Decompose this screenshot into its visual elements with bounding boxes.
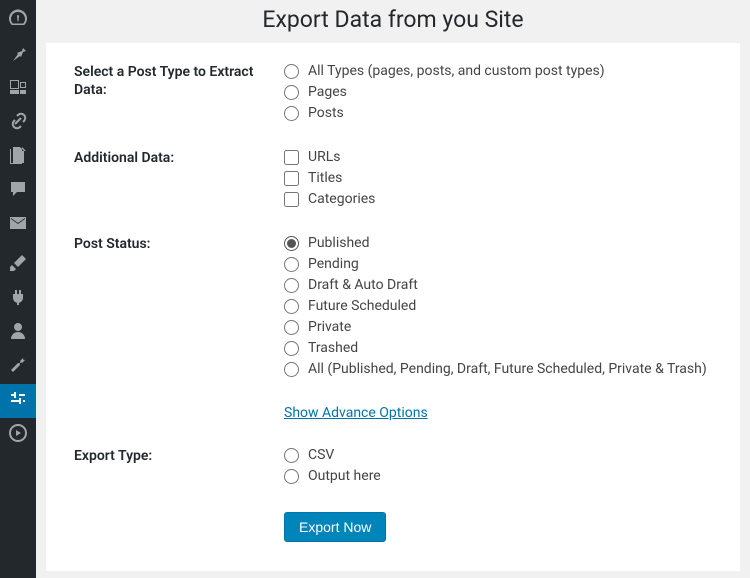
additional-checkbox-titles[interactable] <box>284 171 299 186</box>
option-label: Draft & Auto Draft <box>308 277 418 293</box>
sidebar-item-links[interactable] <box>0 106 36 140</box>
status-radio-future[interactable] <box>284 299 299 314</box>
option-label: All (Published, Pending, Draft, Future S… <box>308 361 707 377</box>
additional-checkbox-urls[interactable] <box>284 150 299 165</box>
option-label: Pages <box>308 84 347 100</box>
additional-data-row: Additional Data: URLs Titles Categories <box>74 149 712 207</box>
comment-icon <box>8 179 28 203</box>
export-option-output[interactable]: Output here <box>284 468 712 484</box>
status-option-all[interactable]: All (Published, Pending, Draft, Future S… <box>284 361 712 377</box>
status-option-draft[interactable]: Draft & Auto Draft <box>284 277 712 293</box>
additional-checkbox-categories[interactable] <box>284 192 299 207</box>
post-type-radio-all[interactable] <box>284 64 299 79</box>
export-panel: Select a Post Type to Extract Data: All … <box>46 43 740 571</box>
status-radio-draft[interactable] <box>284 278 299 293</box>
status-radio-trashed[interactable] <box>284 341 299 356</box>
status-radio-published[interactable] <box>284 236 299 251</box>
post-status-row: Post Status: Published Pending Draft & A… <box>74 235 712 377</box>
post-type-options: All Types (pages, posts, and custom post… <box>284 63 712 121</box>
sidebar-item-comments[interactable] <box>0 174 36 208</box>
sidebar-item-export[interactable] <box>0 384 36 418</box>
post-status-label: Post Status: <box>74 235 284 377</box>
export-type-label: Export Type: <box>74 447 284 484</box>
export-radio-output[interactable] <box>284 469 299 484</box>
main-content: Export Data from you Site Select a Post … <box>36 0 750 578</box>
option-label: Pending <box>308 256 359 272</box>
sidebar-item-settings[interactable] <box>0 418 36 452</box>
media-icon <box>8 77 28 101</box>
sidebar-item-pages[interactable] <box>0 140 36 174</box>
post-type-radio-pages[interactable] <box>284 85 299 100</box>
sidebar-item-contact[interactable] <box>0 208 36 242</box>
additional-data-options: URLs Titles Categories <box>284 149 712 207</box>
plug-icon <box>8 287 28 311</box>
sidebar-item-tools[interactable] <box>0 350 36 384</box>
export-radio-csv[interactable] <box>284 448 299 463</box>
wrench-icon <box>8 355 28 379</box>
sidebar-item-plugins[interactable] <box>0 282 36 316</box>
sidebar-item-users[interactable] <box>0 316 36 350</box>
additional-option-urls[interactable]: URLs <box>284 149 712 165</box>
post-type-option-all[interactable]: All Types (pages, posts, and custom post… <box>284 63 712 79</box>
option-label: Published <box>308 235 369 251</box>
page-title: Export Data from you Site <box>46 0 740 43</box>
post-type-row: Select a Post Type to Extract Data: All … <box>74 63 712 121</box>
option-label: Categories <box>308 191 375 207</box>
pages-icon <box>8 145 28 169</box>
status-radio-private[interactable] <box>284 320 299 335</box>
option-label: CSV <box>308 447 334 463</box>
status-option-trashed[interactable]: Trashed <box>284 340 712 356</box>
option-label: Titles <box>308 170 342 186</box>
sidebar-item-posts[interactable] <box>0 38 36 72</box>
export-now-button[interactable]: Export Now <box>284 512 386 542</box>
user-icon <box>8 321 28 345</box>
sidebar-item-dashboard[interactable] <box>0 4 36 38</box>
mail-icon <box>8 213 28 237</box>
sliders-icon <box>8 389 28 413</box>
status-option-pending[interactable]: Pending <box>284 256 712 272</box>
status-option-private[interactable]: Private <box>284 319 712 335</box>
post-type-radio-posts[interactable] <box>284 106 299 121</box>
post-type-option-pages[interactable]: Pages <box>284 84 712 100</box>
status-option-published[interactable]: Published <box>284 235 712 251</box>
option-label: All Types (pages, posts, and custom post… <box>308 63 605 79</box>
additional-data-label: Additional Data: <box>74 149 284 207</box>
link-icon <box>8 111 28 135</box>
option-label: Private <box>308 319 351 335</box>
option-label: Trashed <box>308 340 358 356</box>
status-radio-pending[interactable] <box>284 257 299 272</box>
post-type-option-posts[interactable]: Posts <box>284 105 712 121</box>
option-label: Posts <box>308 105 344 121</box>
export-option-csv[interactable]: CSV <box>284 447 712 463</box>
advance-options-wrapper: Show Advance Options <box>284 405 712 421</box>
post-status-options: Published Pending Draft & Auto Draft Fut… <box>284 235 712 377</box>
pin-icon <box>8 43 28 67</box>
gauge-icon <box>8 9 28 33</box>
option-label: Future Scheduled <box>308 298 416 314</box>
option-label: Output here <box>308 468 381 484</box>
additional-option-titles[interactable]: Titles <box>284 170 712 186</box>
admin-sidebar <box>0 0 36 578</box>
export-type-row: Export Type: CSV Output here <box>74 447 712 484</box>
circle-play-icon <box>8 423 28 447</box>
sidebar-item-appearance[interactable] <box>0 248 36 282</box>
status-option-future[interactable]: Future Scheduled <box>284 298 712 314</box>
show-advance-options-link[interactable]: Show Advance Options <box>284 405 428 421</box>
post-type-label: Select a Post Type to Extract Data: <box>74 63 284 121</box>
brush-icon <box>8 253 28 277</box>
option-label: URLs <box>308 149 340 165</box>
sidebar-item-media[interactable] <box>0 72 36 106</box>
export-type-options: CSV Output here <box>284 447 712 484</box>
additional-option-categories[interactable]: Categories <box>284 191 712 207</box>
status-radio-all[interactable] <box>284 362 299 377</box>
